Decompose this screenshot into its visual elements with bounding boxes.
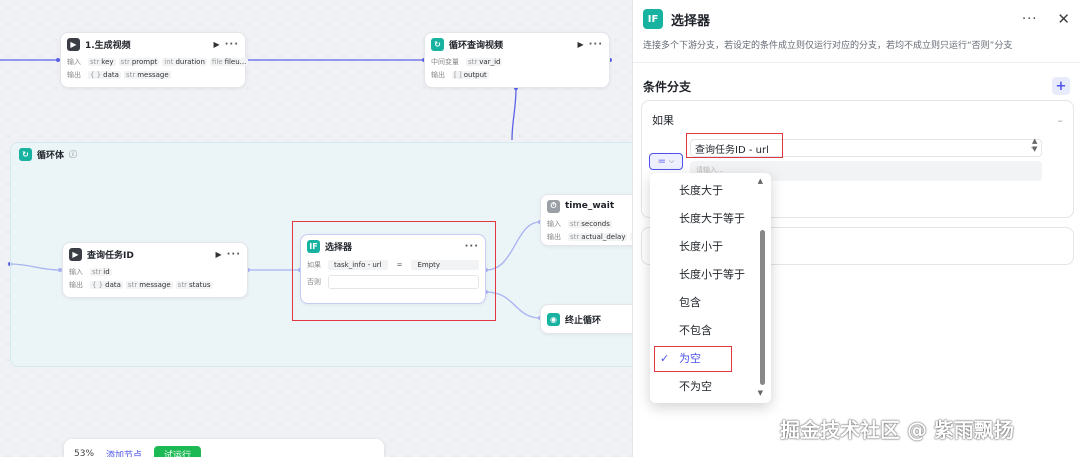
input-label: 输入 <box>69 267 83 276</box>
param-tag: str message <box>123 70 171 79</box>
run-node-icon[interactable]: ▶ <box>215 250 221 259</box>
run-node-icon[interactable]: ▶ <box>577 40 583 49</box>
node-end-loop[interactable]: ◉ 终止循环 <box>540 304 632 334</box>
dropdown-option[interactable]: 长度大于 <box>650 176 758 204</box>
run-node-icon[interactable]: ▶ <box>213 40 219 49</box>
more-icon[interactable]: ··· <box>1022 12 1037 27</box>
param-tag: str seconds <box>568 219 612 228</box>
condition-right: Empty <box>411 260 479 270</box>
node-title: time_wait <box>565 201 615 211</box>
add-branch-button[interactable]: + <box>1052 77 1070 95</box>
param-tag: str prompt <box>118 57 160 66</box>
test-run-button[interactable]: 试运行 <box>154 445 202 457</box>
param-tag: str var_id <box>466 57 503 66</box>
operator-value: = <box>657 156 667 167</box>
chevron-down-icon: ⌵ <box>669 157 675 165</box>
loop-icon: ↻ <box>19 147 32 161</box>
node-title: 循环查询视频 <box>449 40 504 51</box>
more-icon[interactable]: ··· <box>227 249 241 260</box>
collapse-icon[interactable]: – <box>1058 114 1064 127</box>
param-tag: str actual_delay <box>568 232 628 241</box>
operator-select[interactable]: = ⌵ <box>649 153 683 170</box>
param-tag: file fileu... <box>209 57 249 66</box>
param-tag: str id <box>90 267 112 276</box>
watermark: 掘金技术社区 @ 紫雨飘扬 <box>780 418 1014 442</box>
node-title: 查询任务ID <box>87 250 134 261</box>
dropdown-option[interactable]: 不为空 <box>650 372 758 400</box>
param-tag: int duration <box>162 57 207 66</box>
scroll-down-icon[interactable]: ▼ <box>758 389 763 397</box>
canvas-toolbar: 53% 添加节点 试运行 <box>64 439 384 457</box>
dropdown-option[interactable]: 包含 <box>650 288 758 316</box>
stop-icon: ◉ <box>547 312 560 326</box>
input-label: 输入 <box>67 57 81 66</box>
node-generate-video[interactable]: ▶ 1.生成视频 ▶ ··· 输入 str key str prompt int du… <box>60 32 249 88</box>
param-tag: { } data <box>88 70 121 79</box>
param-tag: str status <box>175 280 213 289</box>
dropdown-option[interactable]: 长度大于等于 <box>650 204 758 232</box>
more-icon[interactable]: ··· <box>589 39 603 50</box>
edge-loop-body <box>511 87 517 141</box>
scroll-up-icon[interactable]: ▲ <box>758 177 763 185</box>
dropdown-option[interactable]: 长度小于等于 <box>650 260 758 288</box>
input-label: 输入 <box>547 219 561 228</box>
video-icon: ▶ <box>69 247 82 261</box>
dropdown-option[interactable]: 长度小于 <box>650 232 758 260</box>
operator-dropdown: ▲ ▼ 长度大于 长度大于等于 长度小于 长度小于等于 包含 不包含 ✓ 为空 … <box>650 173 771 403</box>
scrollbar[interactable] <box>760 230 765 385</box>
dropdown-option[interactable]: 不包含 <box>650 316 758 344</box>
node-loop-query[interactable]: ↻ 循环查询视频 ▶ ··· 中间变量 str var_id 输出 [ ] outp… <box>424 32 610 88</box>
param-tag: [ ] output <box>452 70 489 79</box>
condition-operator: = <box>396 261 403 269</box>
close-icon[interactable]: ✕ <box>1057 10 1070 28</box>
section-title: 条件分支 <box>643 79 692 94</box>
else-branch-box <box>328 275 479 289</box>
node-title: 选择器 <box>325 242 353 253</box>
video-icon: ▶ <box>67 37 80 51</box>
param-tag: str key <box>88 57 116 66</box>
reorder-icon[interactable]: ▲ ▼ <box>1032 137 1037 153</box>
node-time-wait[interactable]: ⏱ time_wait 输入 str seconds 输出 str actual_d… <box>540 194 632 246</box>
node-query-task[interactable]: ▶ 查询任务ID ▶ ··· 输入 str id 输出 { } data str me… <box>62 242 248 298</box>
loop-body-title: 循环体 <box>37 150 65 161</box>
panel-title: 选择器 <box>671 13 711 29</box>
check-icon: ✓ <box>660 351 670 365</box>
workflow-canvas[interactable]: ▶ 1.生成视频 ▶ ··· 输入 str key str prompt int du… <box>0 0 632 457</box>
condition-left: task_info - url <box>328 260 388 270</box>
param-tag: str message <box>125 280 173 289</box>
if-label: 如果 <box>307 261 321 269</box>
variable-select[interactable]: 查询任务ID - url ⌵ <box>690 139 1042 157</box>
else-label: 否则 <box>307 278 321 286</box>
dropdown-option-selected[interactable]: ✓ 为空 <box>650 344 758 372</box>
clock-icon: ⏱ <box>547 199 560 213</box>
info-icon: ⓘ <box>69 149 78 159</box>
if-icon: IF <box>307 239 320 253</box>
node-title: 1.生成视频 <box>85 40 131 51</box>
option-label: 为空 <box>679 352 701 365</box>
output-label: 输出 <box>69 280 83 289</box>
output-label: 输出 <box>547 232 561 241</box>
divider <box>633 62 1080 63</box>
panel-description: 连接多个下游分支，若设定的条件成立则仅运行对应的分支，若均不成立则只运行“否则”… <box>643 41 1013 51</box>
input-label: 中间变量 <box>431 57 459 66</box>
param-tag: { } data <box>90 280 123 289</box>
node-selector[interactable]: IF 选择器 ··· 如果 task_info - url = Empty 否则 <box>300 234 486 304</box>
output-label: 输出 <box>431 70 445 79</box>
node-title: 终止循环 <box>565 315 602 326</box>
if-icon: IF <box>643 9 663 29</box>
variable-value: 查询任务ID - url <box>695 144 769 156</box>
add-node-button[interactable]: 添加节点 <box>106 448 142 457</box>
zoom-value[interactable]: 53% <box>74 449 94 457</box>
more-icon[interactable]: ··· <box>465 241 479 252</box>
loop-icon: ↻ <box>431 37 444 51</box>
if-label: 如果 <box>652 114 674 127</box>
output-label: 输出 <box>67 70 81 79</box>
more-icon[interactable]: ··· <box>225 39 239 50</box>
